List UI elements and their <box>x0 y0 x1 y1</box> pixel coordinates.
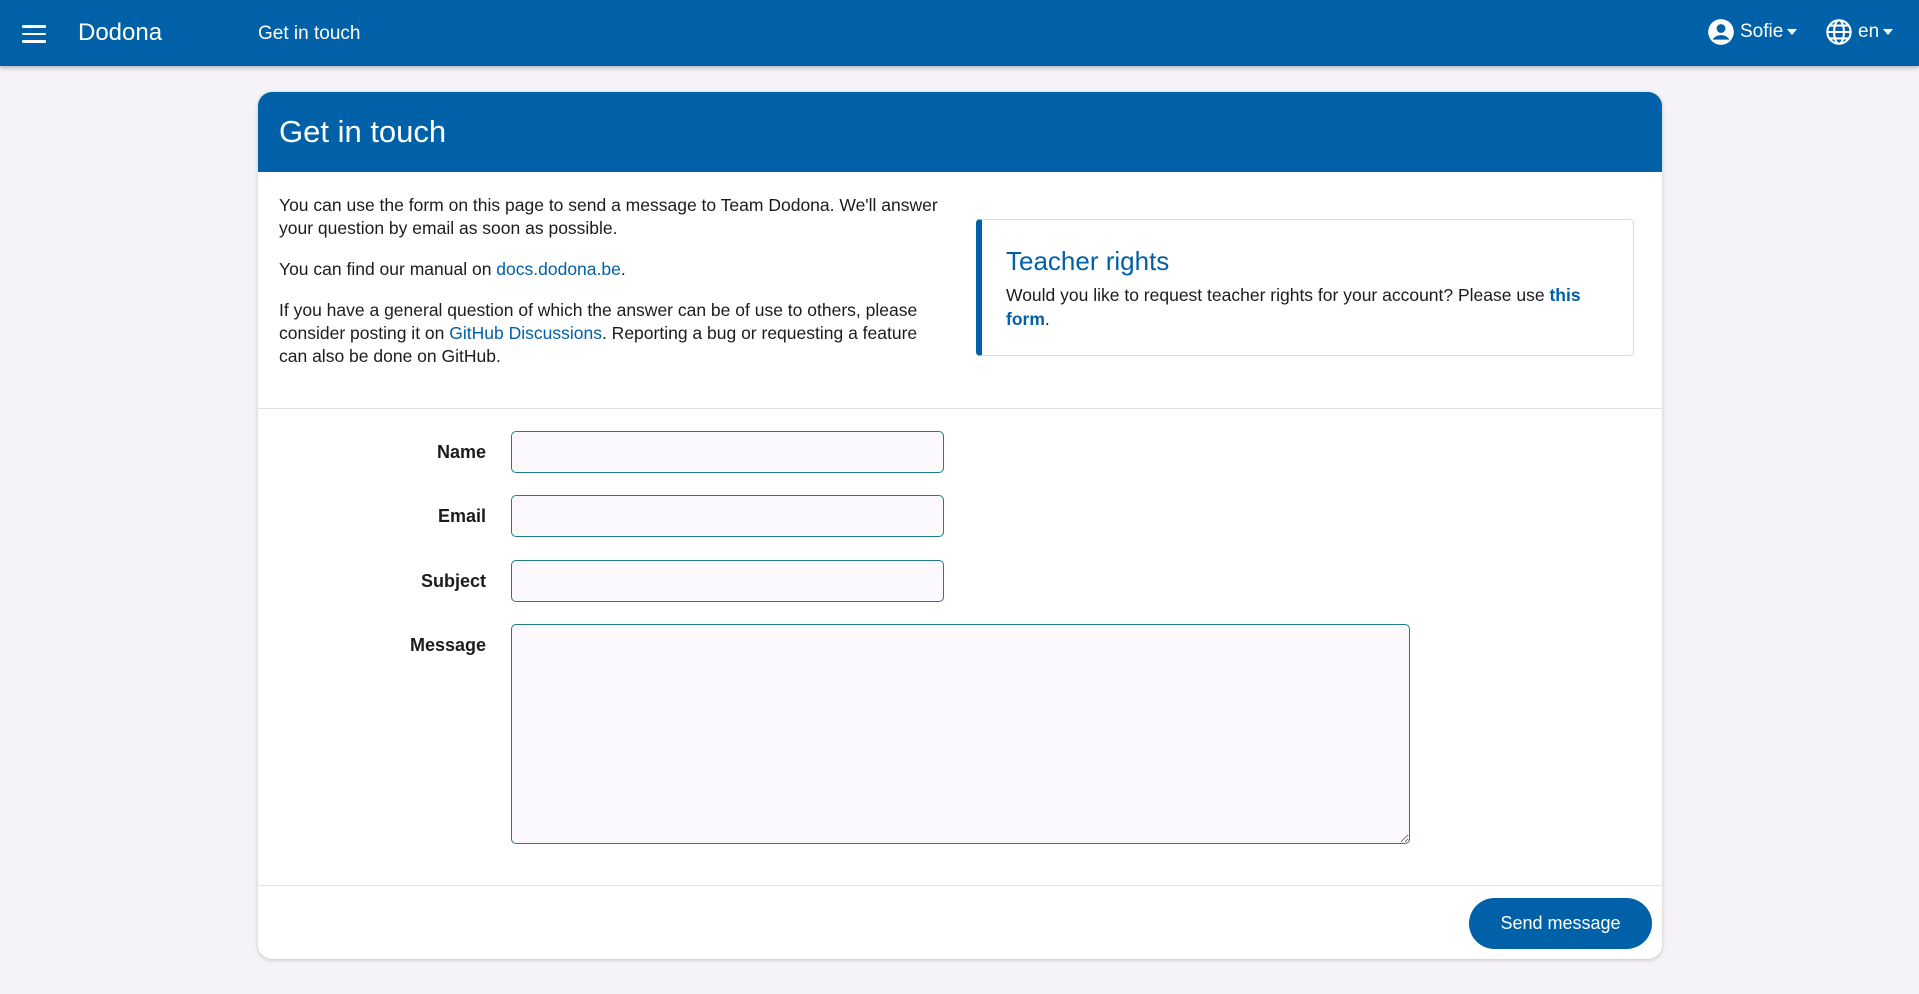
brand-title[interactable]: Dodona <box>78 19 162 47</box>
subject-label: Subject <box>420 571 486 591</box>
callout-text-prefix: Would you like to request teacher rights… <box>1006 285 1550 305</box>
send-message-button[interactable]: Send message <box>1469 898 1652 949</box>
message-textarea[interactable] <box>511 624 1410 844</box>
callout-text-suffix: . <box>1044 309 1050 329</box>
globe-icon <box>1825 18 1853 46</box>
intro-text: You can use the form on this page to sen… <box>279 194 939 386</box>
hamburger-menu-icon[interactable] <box>22 25 46 43</box>
intro-paragraph-1: You can use the form on this page to sen… <box>279 195 938 238</box>
intro-paragraph-2: You can find our manual on docs.dodona.b… <box>279 258 939 281</box>
card-title: Get in touch <box>279 114 447 149</box>
chevron-down-icon <box>1883 29 1894 35</box>
contact-card: Get in touch You can use the form on thi… <box>258 92 1662 959</box>
teacher-rights-callout: Teacher rights Would you like to request… <box>976 219 1634 356</box>
intro-paragraph-3: If you have a general question of which … <box>279 299 939 368</box>
section-divider <box>258 408 1662 409</box>
docs-link[interactable]: docs.dodona.be <box>496 259 621 279</box>
subject-input[interactable] <box>511 560 944 602</box>
language-label: en <box>1858 21 1880 42</box>
callout-title: Teacher rights <box>1006 246 1170 276</box>
chevron-down-icon <box>1787 29 1798 35</box>
top-app-bar: Dodona Get in touch Sofie en <box>0 0 1919 66</box>
user-name: Sofie <box>1740 21 1784 42</box>
github-discussions-link[interactable]: GitHub Discussions <box>449 323 602 343</box>
user-menu[interactable]: Sofie <box>1707 18 1798 46</box>
page-title: Get in touch <box>258 23 361 44</box>
account-circle-icon <box>1707 18 1735 46</box>
email-label: Email <box>437 506 486 526</box>
email-input[interactable] <box>511 495 944 537</box>
callout-text: Would you like to request teacher rights… <box>1006 283 1609 331</box>
message-label: Message <box>409 635 486 655</box>
name-input[interactable] <box>511 431 944 473</box>
manual-text: You can find our manual on <box>279 259 497 279</box>
card-header: Get in touch <box>258 92 1662 172</box>
manual-text-suffix: . <box>620 259 626 279</box>
footer-divider <box>258 885 1662 886</box>
name-label: Name <box>436 442 486 462</box>
language-menu[interactable]: en <box>1825 18 1894 46</box>
